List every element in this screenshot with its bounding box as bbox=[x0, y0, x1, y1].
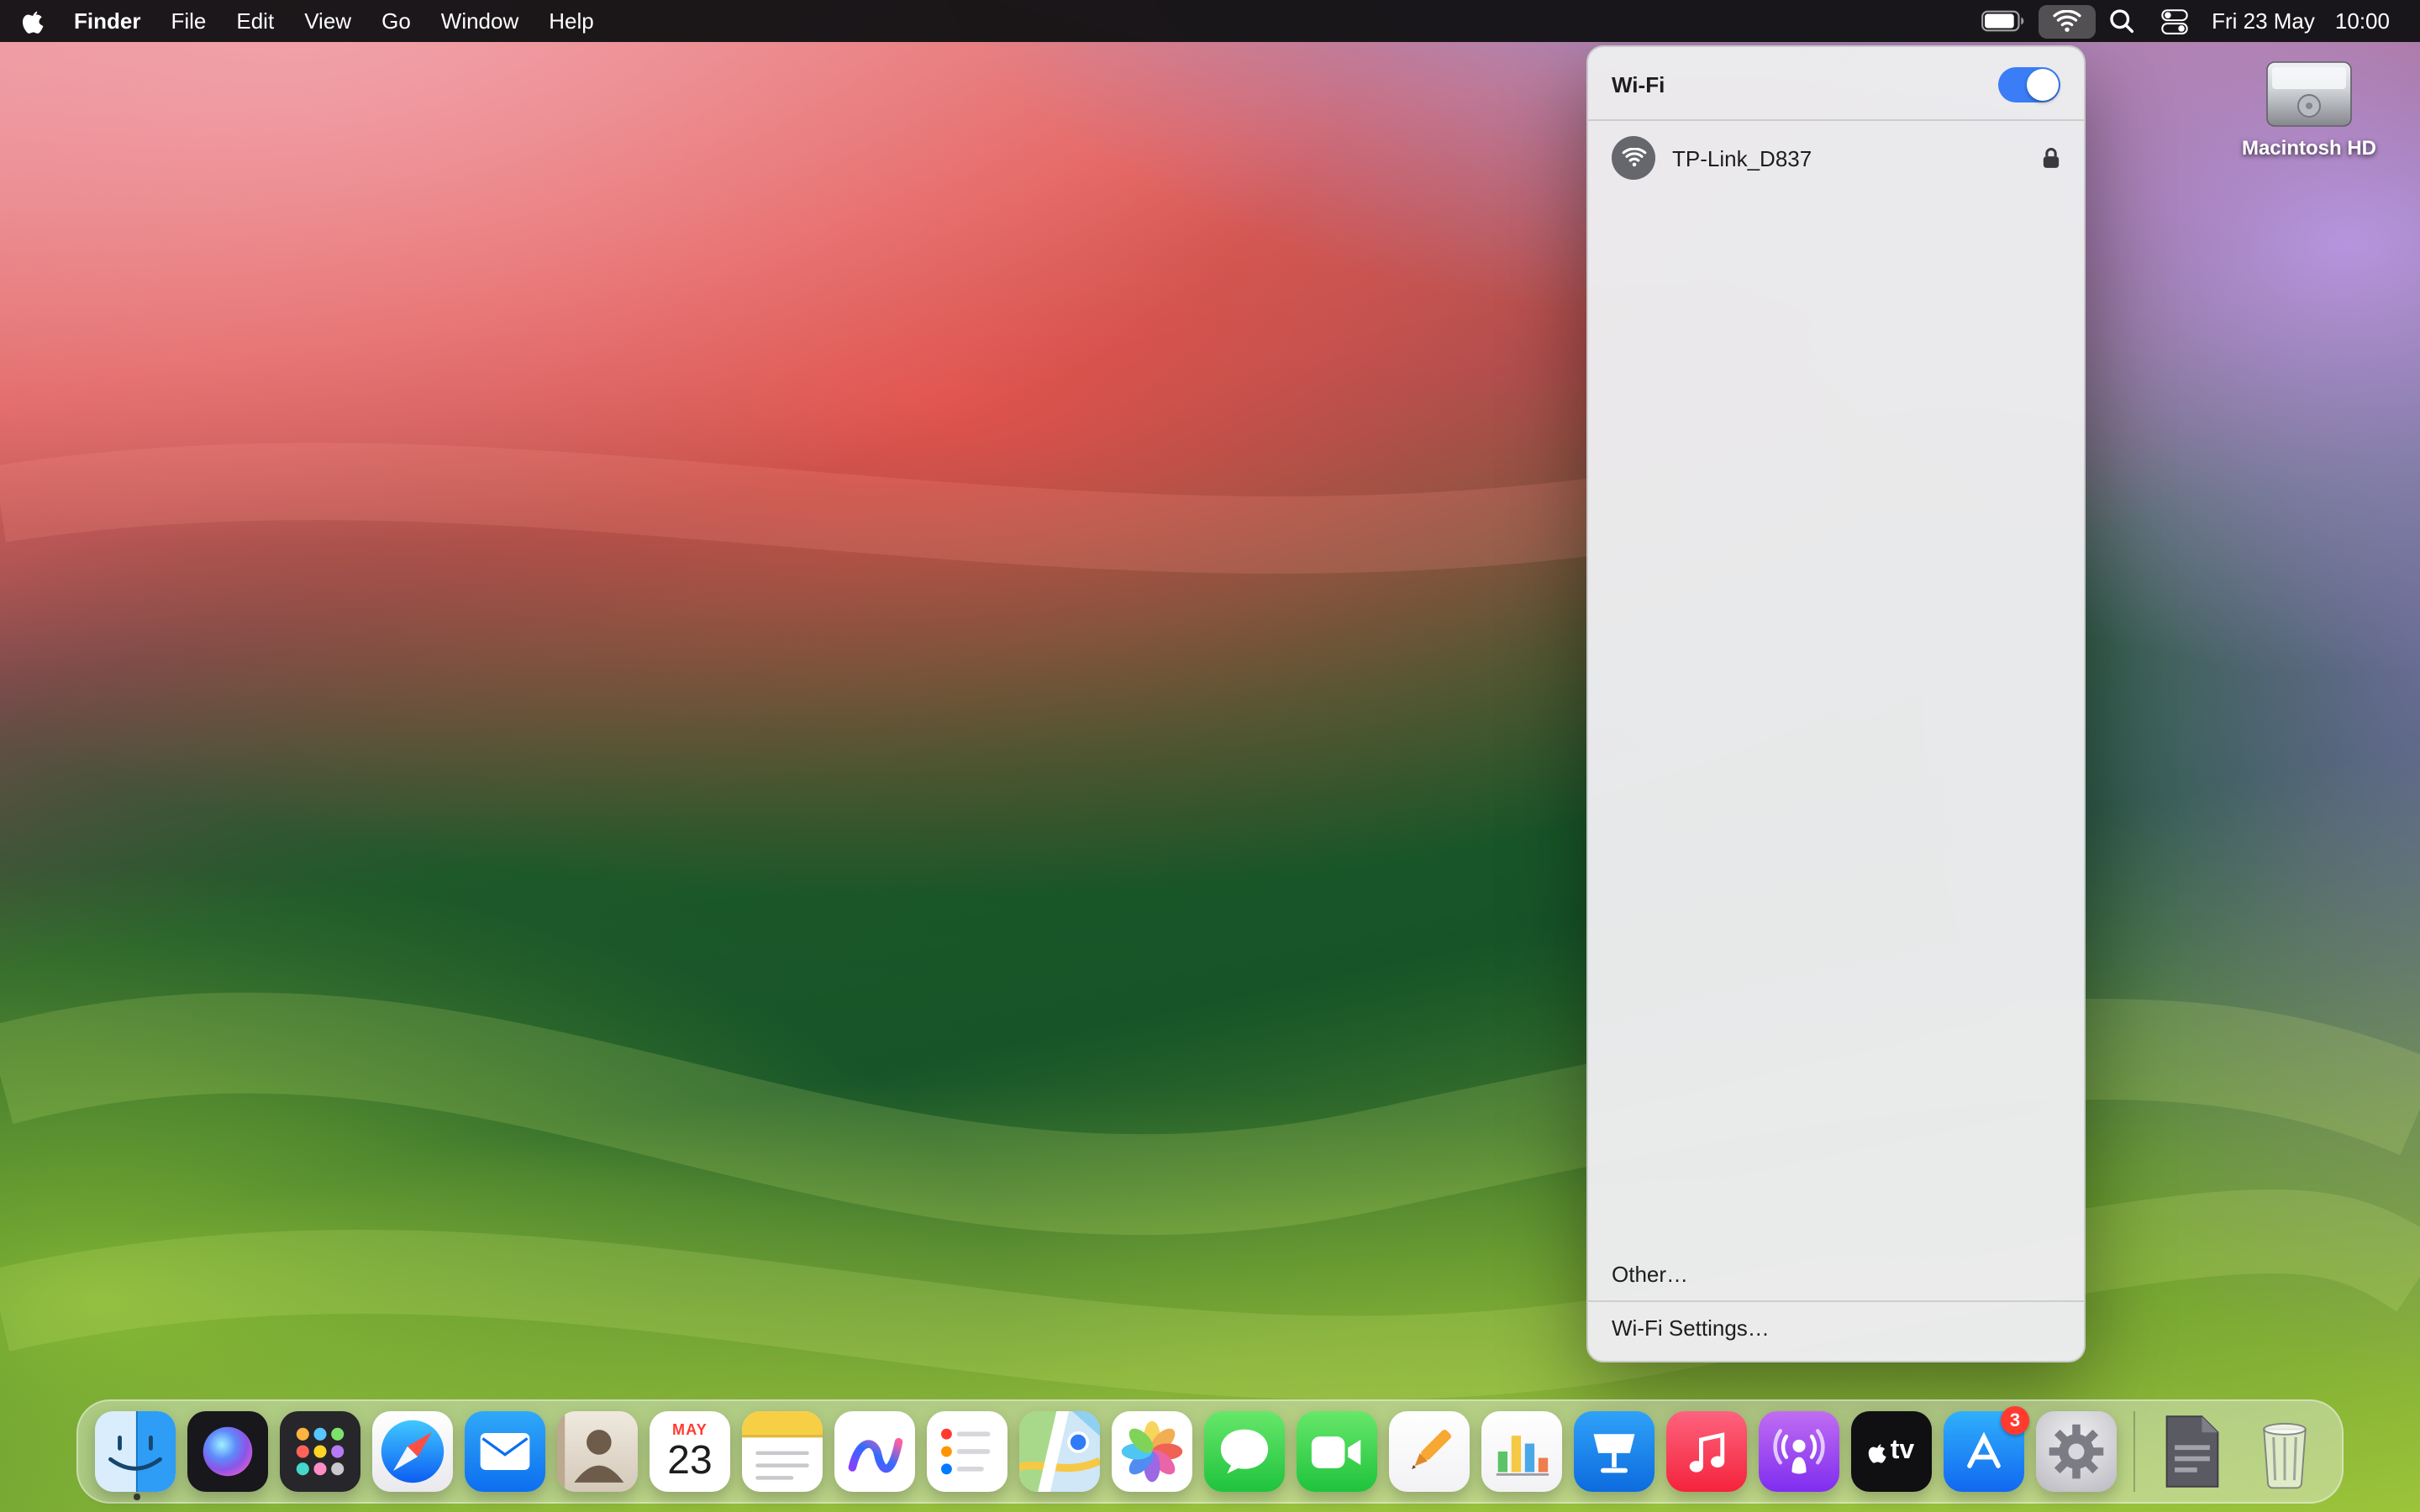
calendar-day-label: 23 bbox=[667, 1440, 712, 1482]
wifi-toggle-knob bbox=[2027, 69, 2059, 101]
panel-spacer bbox=[1588, 195, 2084, 1248]
dock-item-notes[interactable] bbox=[742, 1411, 823, 1492]
dock-item-finder[interactable] bbox=[95, 1411, 176, 1492]
dock-item-pages[interactable] bbox=[1389, 1411, 1470, 1492]
notification-badge: 3 bbox=[2001, 1406, 2029, 1435]
dock-item-messages[interactable] bbox=[1204, 1411, 1285, 1492]
wifi-network-row[interactable]: TP-Link_D837 bbox=[1588, 121, 2084, 195]
menu-window[interactable]: Window bbox=[426, 0, 534, 42]
wifi-settings-button[interactable]: Wi-Fi Settings… bbox=[1588, 1302, 2084, 1361]
apple-logo-icon bbox=[1869, 1441, 1887, 1462]
dock-item-calendar[interactable]: MAY 23 bbox=[650, 1411, 730, 1492]
volume-label: Macintosh HD bbox=[2242, 136, 2376, 160]
dock-item-mail[interactable] bbox=[465, 1411, 545, 1492]
apple-logo-icon bbox=[22, 8, 44, 34]
hard-drive-icon bbox=[2264, 57, 2354, 131]
wifi-menu-panel: Wi-Fi TP-Link_D837 Other… Wi-Fi Settings… bbox=[1586, 45, 2086, 1362]
dock-item-reminders[interactable] bbox=[927, 1411, 1007, 1492]
menu-bar: Finder File Edit View Go Window Help Fri… bbox=[0, 0, 2420, 42]
dock-item-facetime[interactable] bbox=[1297, 1411, 1377, 1492]
wifi-network-name: TP-Link_D837 bbox=[1672, 145, 1812, 171]
menu-go[interactable]: Go bbox=[366, 0, 426, 42]
dock-item-maps[interactable] bbox=[1019, 1411, 1100, 1492]
dock-item-freeform[interactable] bbox=[834, 1411, 915, 1492]
desktop-icon-macintosh-hd[interactable]: Macintosh HD bbox=[2222, 57, 2396, 160]
battery-icon[interactable] bbox=[1968, 5, 2039, 37]
dock-item-podcasts[interactable] bbox=[1759, 1411, 1839, 1492]
menu-app-name[interactable]: Finder bbox=[59, 0, 155, 42]
spotlight-icon[interactable] bbox=[2096, 3, 2148, 39]
gear-icon bbox=[2044, 1420, 2108, 1483]
dock-item-safari[interactable] bbox=[372, 1411, 453, 1492]
document-icon bbox=[2160, 1413, 2224, 1490]
dock-item-contacts[interactable] bbox=[557, 1411, 638, 1492]
menu-file[interactable]: File bbox=[155, 0, 221, 42]
dock-item-file[interactable] bbox=[2152, 1411, 2233, 1492]
dock-item-numbers[interactable] bbox=[1481, 1411, 1562, 1492]
menu-bar-date[interactable]: Fri 23 May bbox=[2202, 8, 2325, 34]
menu-bar-time[interactable]: 10:00 bbox=[2325, 8, 2400, 34]
dock-item-keynote[interactable] bbox=[1574, 1411, 1655, 1492]
wifi-signal-icon bbox=[1612, 136, 1655, 180]
dock: MAY 23 bbox=[76, 1399, 2344, 1504]
finder-running-indicator bbox=[134, 1494, 139, 1499]
menu-help[interactable]: Help bbox=[534, 0, 609, 42]
trash-icon bbox=[2253, 1413, 2317, 1490]
wifi-other-button[interactable]: Other… bbox=[1588, 1248, 2084, 1300]
dock-item-photos[interactable] bbox=[1112, 1411, 1192, 1492]
dock-divider bbox=[2133, 1411, 2135, 1492]
dock-item-music[interactable] bbox=[1666, 1411, 1747, 1492]
dock-item-apple-tv[interactable]: tv bbox=[1851, 1411, 1932, 1492]
wifi-toggle[interactable] bbox=[1998, 67, 2060, 102]
dock-item-siri[interactable] bbox=[187, 1411, 268, 1492]
tv-label: tv bbox=[1891, 1438, 1914, 1465]
apple-menu[interactable] bbox=[7, 0, 59, 42]
menu-view[interactable]: View bbox=[289, 0, 366, 42]
desktop-screen: Finder File Edit View Go Window Help Fri… bbox=[0, 0, 2420, 1512]
wifi-panel-title: Wi-Fi bbox=[1612, 72, 1665, 97]
dock-item-app-store[interactable]: 3 bbox=[1944, 1411, 2024, 1492]
menu-edit[interactable]: Edit bbox=[221, 0, 289, 42]
dock-item-trash[interactable] bbox=[2244, 1411, 2325, 1492]
dock-item-system-settings[interactable] bbox=[2036, 1411, 2117, 1492]
wifi-menu-icon[interactable] bbox=[2039, 4, 2096, 38]
app-store-a-glyph bbox=[1955, 1423, 2012, 1480]
control-center-icon[interactable] bbox=[2148, 3, 2202, 39]
calendar-month-label: MAY bbox=[672, 1423, 708, 1438]
lock-icon bbox=[2042, 146, 2060, 170]
dock-item-launchpad[interactable] bbox=[280, 1411, 360, 1492]
